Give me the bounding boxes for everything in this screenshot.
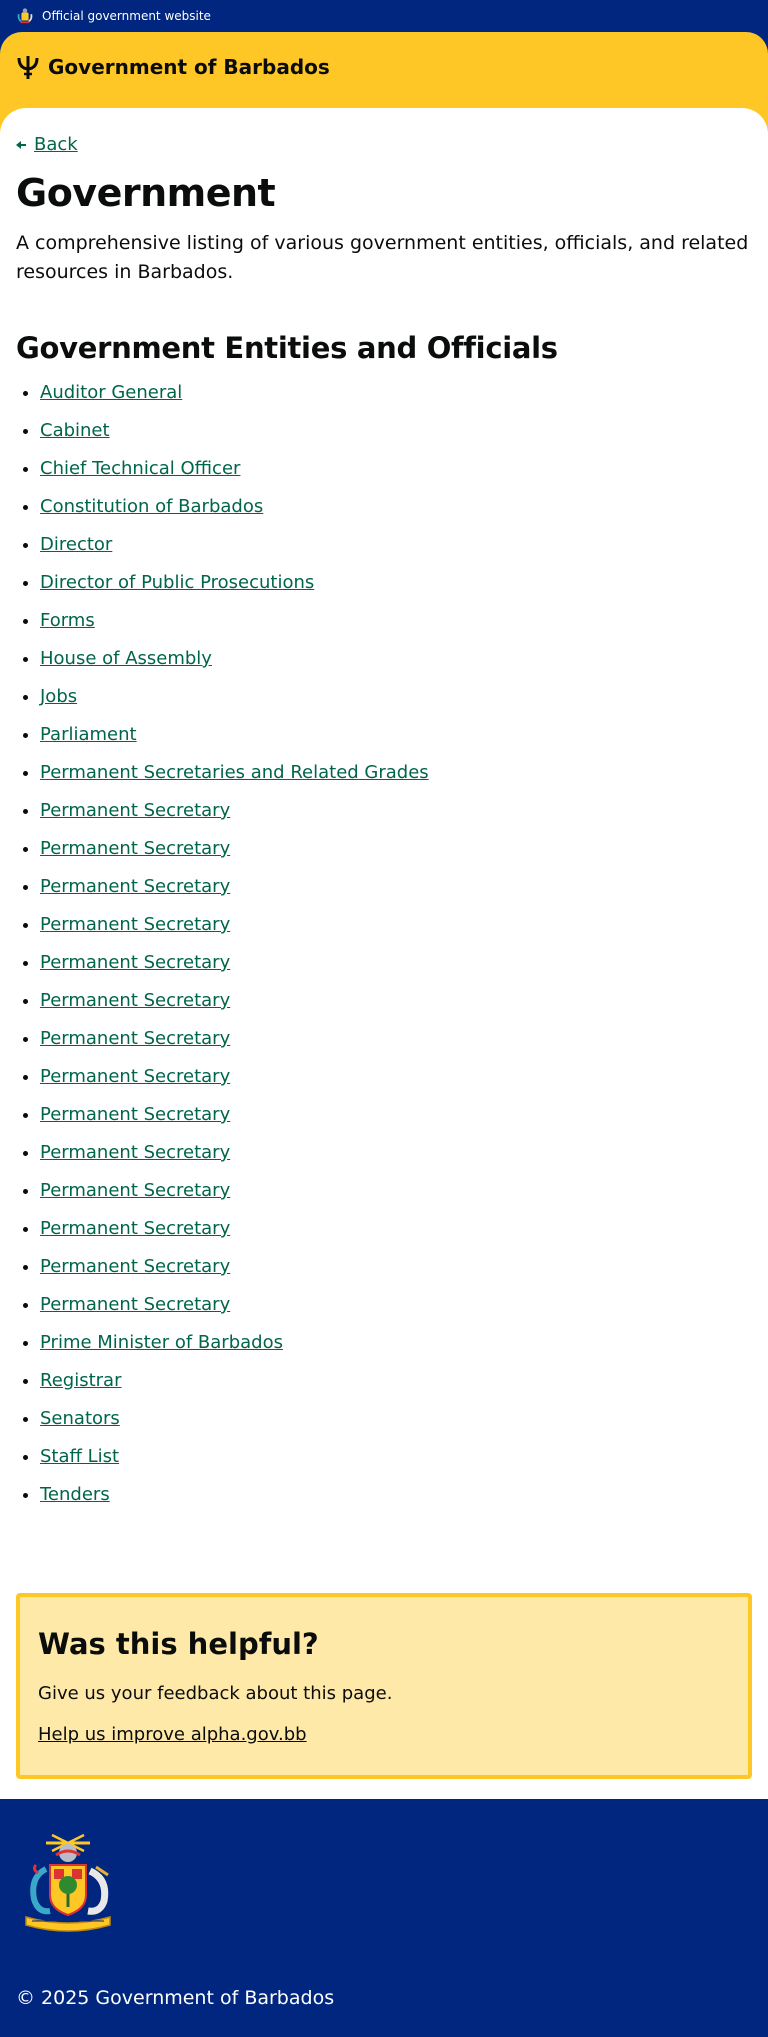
list-item: Permanent Secretary (40, 989, 752, 1027)
entity-link[interactable]: Permanent Secretary (40, 952, 230, 973)
list-item: Jobs (40, 685, 752, 723)
list-item: Senators (40, 1407, 752, 1445)
entity-link[interactable]: Tenders (40, 1484, 110, 1505)
coat-of-arms-icon (25, 1833, 111, 1932)
entity-link[interactable]: Auditor General (40, 382, 182, 403)
entity-link[interactable]: Permanent Secretary (40, 990, 230, 1011)
entity-link[interactable]: Prime Minister of Barbados (40, 1332, 283, 1353)
site-footer: © 2025 Government of Barbados (0, 1799, 768, 2037)
entity-link[interactable]: House of Assembly (40, 648, 212, 669)
entities-heading: Government Entities and Officials (16, 331, 558, 365)
feedback-link[interactable]: Help us improve alpha.gov.bb (38, 1724, 307, 1745)
list-item: Permanent Secretary (40, 799, 752, 837)
list-item: Permanent Secretary (40, 1065, 752, 1103)
entity-link[interactable]: Director of Public Prosecutions (40, 572, 314, 593)
entity-link[interactable]: Permanent Secretary (40, 914, 230, 935)
entity-link[interactable]: Senators (40, 1408, 120, 1429)
entity-link[interactable]: Permanent Secretary (40, 1066, 230, 1087)
list-item: Tenders (40, 1483, 752, 1521)
list-item: Permanent Secretary (40, 837, 752, 875)
back-link-label: Back (34, 134, 78, 155)
entities-list: Auditor General Cabinet Chief Technical Of… (16, 381, 752, 1521)
list-item: Permanent Secretary (40, 1027, 752, 1065)
entity-link[interactable]: Jobs (40, 686, 77, 707)
back-link[interactable]: Back (16, 134, 752, 155)
coat-of-arms-icon (17, 8, 33, 24)
entity-link[interactable]: Constitution of Barbados (40, 496, 263, 517)
official-banner: Official government website (0, 0, 768, 32)
list-item: Permanent Secretary (40, 951, 752, 989)
list-item: Permanent Secretary (40, 1179, 752, 1217)
list-item: Permanent Secretary (40, 913, 752, 951)
trident-icon (17, 56, 39, 79)
list-item: Auditor General (40, 381, 752, 419)
entity-link[interactable]: Registrar (40, 1370, 121, 1391)
feedback-heading: Was this helpful? (38, 1627, 319, 1661)
brand-name: Government of Barbados (48, 55, 330, 79)
list-item: House of Assembly (40, 647, 752, 685)
list-item: Permanent Secretary (40, 875, 752, 913)
entity-link[interactable]: Director (40, 534, 112, 555)
list-item: Permanent Secretary (40, 1103, 752, 1141)
list-item: Constitution of Barbados (40, 495, 752, 533)
list-item: Permanent Secretary (40, 1255, 752, 1293)
entity-link[interactable]: Forms (40, 610, 95, 631)
entity-link[interactable]: Chief Technical Officer (40, 458, 240, 479)
list-item: Forms (40, 609, 752, 647)
copyright: © 2025 Government of Barbados (16, 1987, 335, 2009)
entity-link[interactable]: Staff List (40, 1446, 119, 1467)
entity-link[interactable]: Permanent Secretary (40, 838, 230, 859)
entity-link[interactable]: Permanent Secretaries and Related Grades (40, 762, 429, 783)
page-title: Government (16, 171, 276, 215)
official-banner-text: Official government website (42, 9, 211, 23)
list-item: Registrar (40, 1369, 752, 1407)
page-lead: A comprehensive listing of various gover… (16, 232, 749, 283)
list-item: Permanent Secretary (40, 1293, 752, 1331)
feedback-box: Was this helpful? Give us your feedback … (16, 1593, 752, 1779)
home-link[interactable]: Government of Barbados (16, 54, 752, 80)
list-item: Director of Public Prosecutions (40, 571, 752, 609)
feedback-text: Give us your feedback about this page. (38, 1683, 393, 1704)
entity-link[interactable]: Permanent Secretary (40, 1256, 230, 1277)
list-item: Cabinet (40, 419, 752, 457)
arrow-left-icon (16, 140, 26, 149)
entity-link[interactable]: Parliament (40, 724, 137, 745)
entity-link[interactable]: Permanent Secretary (40, 1294, 230, 1315)
list-item: Prime Minister of Barbados (40, 1331, 752, 1369)
entity-link[interactable]: Permanent Secretary (40, 1218, 230, 1239)
entity-link[interactable]: Permanent Secretary (40, 1104, 230, 1125)
entity-link[interactable]: Permanent Secretary (40, 1142, 230, 1163)
list-item: Chief Technical Officer (40, 457, 752, 495)
entity-link[interactable]: Permanent Secretary (40, 1180, 230, 1201)
entity-link[interactable]: Permanent Secretary (40, 876, 230, 897)
list-item: Permanent Secretary (40, 1141, 752, 1179)
list-item: Staff List (40, 1445, 752, 1483)
entity-link[interactable]: Permanent Secretary (40, 1028, 230, 1049)
list-item: Director (40, 533, 752, 571)
main-content: Back Government A comprehensive listing … (0, 108, 768, 1799)
list-item: Parliament (40, 723, 752, 761)
entity-link[interactable]: Permanent Secretary (40, 800, 230, 821)
list-item: Permanent Secretaries and Related Grades (40, 761, 752, 799)
entity-link[interactable]: Cabinet (40, 420, 110, 441)
list-item: Permanent Secretary (40, 1217, 752, 1255)
